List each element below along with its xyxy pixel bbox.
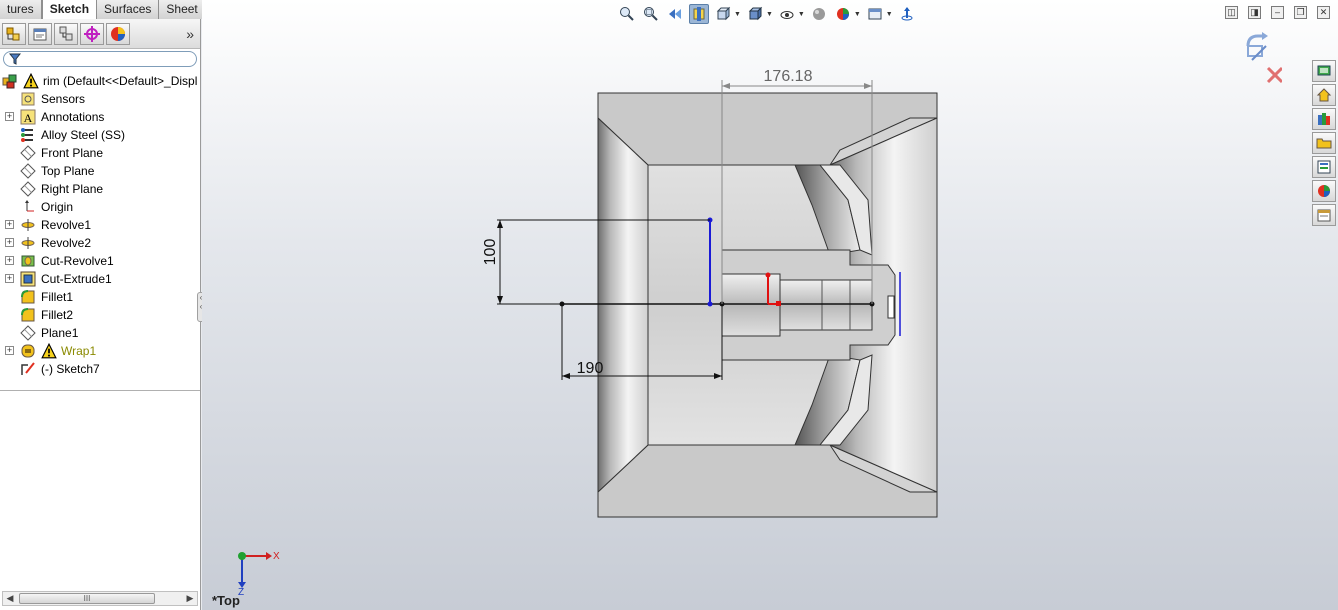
tree-item-label: Revolve1	[41, 218, 92, 232]
tree-expander-10[interactable]: +	[5, 256, 14, 265]
tree-item-label: Top Plane	[41, 164, 95, 178]
tree-item-label: Cut-Revolve1	[41, 254, 114, 268]
property-manager-tab-button[interactable]	[28, 22, 52, 45]
tree-item-label: Front Plane	[41, 146, 104, 160]
configuration-manager-tab-button[interactable]	[54, 22, 78, 45]
configuration-icon	[59, 26, 73, 40]
triad-x-label: X	[273, 551, 280, 562]
tree-item-revolve1[interactable]: Revolve1	[20, 216, 91, 234]
plane-icon	[20, 181, 36, 197]
model-viewport[interactable]: 176.18 100 190	[202, 0, 1338, 610]
tree-item-label: Fillet2	[41, 308, 74, 322]
feature-manager-tab-button[interactable]	[2, 22, 26, 45]
tree-item-label: Cut-Extrude1	[41, 272, 112, 286]
tree-item-label: Annotations	[41, 110, 105, 124]
dimension-100-label[interactable]: 100	[482, 239, 499, 266]
warning-icon	[41, 343, 57, 359]
dimension-176-18-label[interactable]: 176.18	[764, 68, 813, 85]
tree-item-label: Origin	[41, 200, 74, 214]
scroll-right-arrow-icon[interactable]: ▶	[183, 593, 197, 604]
scroll-left-arrow-icon[interactable]: ◀	[3, 593, 17, 604]
crosshair-icon	[84, 25, 100, 42]
warning-icon	[23, 73, 39, 89]
tree-item-rim-default-default-displ[interactable]: rim (Default<<Default>_Displ	[2, 72, 197, 90]
annotation-icon: A	[20, 109, 36, 125]
tree-item-sketch7[interactable]: (-) Sketch7	[20, 360, 100, 378]
feature-manager-panel: » rim (Default<<Default>_Displ Sensors + A A…	[0, 19, 201, 610]
tree-item-cut-extrude1[interactable]: Cut-Extrude1	[20, 270, 112, 288]
view-name-label: *Top	[212, 593, 240, 608]
wrap-icon	[20, 343, 36, 359]
feature-tree-icon	[6, 27, 20, 40]
sensor-icon	[20, 91, 36, 107]
svg-text:A: A	[24, 111, 33, 125]
tree-item-label: Revolve2	[41, 236, 92, 250]
tree-item-annotations[interactable]: A Annotations	[20, 108, 104, 126]
reference-triad: X Z	[238, 551, 280, 596]
appearance-icon	[111, 26, 125, 41]
toolbar-more-button[interactable]: »	[186, 26, 194, 42]
tree-item-label: Wrap1	[61, 344, 97, 358]
tree-expander-11[interactable]: +	[5, 274, 14, 283]
tree-item-label: (-) Sketch7	[41, 362, 100, 376]
sketch-icon	[20, 361, 36, 377]
tree-item-plane1[interactable]: Plane1	[20, 324, 78, 342]
feature-tree: rim (Default<<Default>_Displ Sensors + A Ann…	[0, 69, 200, 391]
tree-item-top-plane[interactable]: Top Plane	[20, 162, 94, 180]
dimxpert-manager-tab-button[interactable]	[80, 22, 104, 45]
tree-item-label: rim (Default<<Default>_Displ	[43, 74, 198, 88]
tree-filter-input[interactable]	[3, 51, 197, 67]
plane-icon	[20, 325, 36, 341]
revolve-icon	[20, 235, 36, 251]
revolve-icon	[20, 217, 36, 233]
graphics-area[interactable]: ▼ ▼ ▼ ▼ ▼ ◫ ◨ – ❐ ✕ 176.18 100 190 X Z *…	[202, 0, 1338, 610]
tree-expander-8[interactable]: +	[5, 220, 14, 229]
fillet-icon	[20, 307, 36, 323]
plane-icon	[20, 163, 36, 179]
tree-item-alloy-steel-ss[interactable]: Alloy Steel (SS)	[20, 126, 125, 144]
property-icon	[33, 28, 47, 40]
tree-item-label: Right Plane	[41, 182, 104, 196]
tree-item-cut-revolve1[interactable]: Cut-Revolve1	[20, 252, 114, 270]
rim-part[interactable]	[597, 92, 938, 518]
dimension-190-label[interactable]: 190	[577, 360, 604, 377]
tree-item-label: Sensors	[41, 92, 86, 106]
tree-item-label: Plane1	[41, 326, 79, 340]
tree-item-label: Fillet1	[41, 290, 74, 304]
tree-item-front-plane[interactable]: Front Plane	[20, 144, 103, 162]
material-icon	[20, 127, 36, 143]
tree-item-origin[interactable]: Origin	[20, 198, 73, 216]
tab-surfaces[interactable]: Surfaces	[97, 0, 160, 19]
tree-item-revolve2[interactable]: Revolve2	[20, 234, 91, 252]
tree-item-fillet1[interactable]: Fillet1	[20, 288, 73, 306]
scroll-thumb[interactable]: III	[19, 593, 155, 604]
plane-icon	[20, 145, 36, 161]
display-manager-tab-button[interactable]	[106, 22, 130, 45]
tree-expander-2[interactable]: +	[5, 112, 14, 121]
tree-item-fillet2[interactable]: Fillet2	[20, 306, 73, 324]
tree-expander-9[interactable]: +	[5, 238, 14, 247]
tree-item-label: Alloy Steel (SS)	[41, 128, 126, 142]
tree-item-wrap1[interactable]: Wrap1	[20, 342, 96, 360]
tree-expander-15[interactable]: +	[5, 346, 14, 355]
tab-sketch[interactable]: Sketch	[41, 0, 98, 19]
tree-item-sensors[interactable]: Sensors	[20, 90, 85, 108]
tab-tures[interactable]: tures	[0, 0, 42, 19]
origin-icon	[20, 199, 36, 215]
tree-item-right-plane[interactable]: Right Plane	[20, 180, 103, 198]
tree-horizontal-scrollbar[interactable]: ◀ III ▶	[2, 591, 198, 606]
filter-icon	[9, 53, 21, 65]
feature-manager-toolbar: »	[0, 19, 200, 49]
part-icon	[2, 73, 18, 89]
fillet-icon	[20, 289, 36, 305]
cut-extrude-icon	[20, 271, 36, 287]
cut-revolve-icon	[20, 253, 36, 269]
